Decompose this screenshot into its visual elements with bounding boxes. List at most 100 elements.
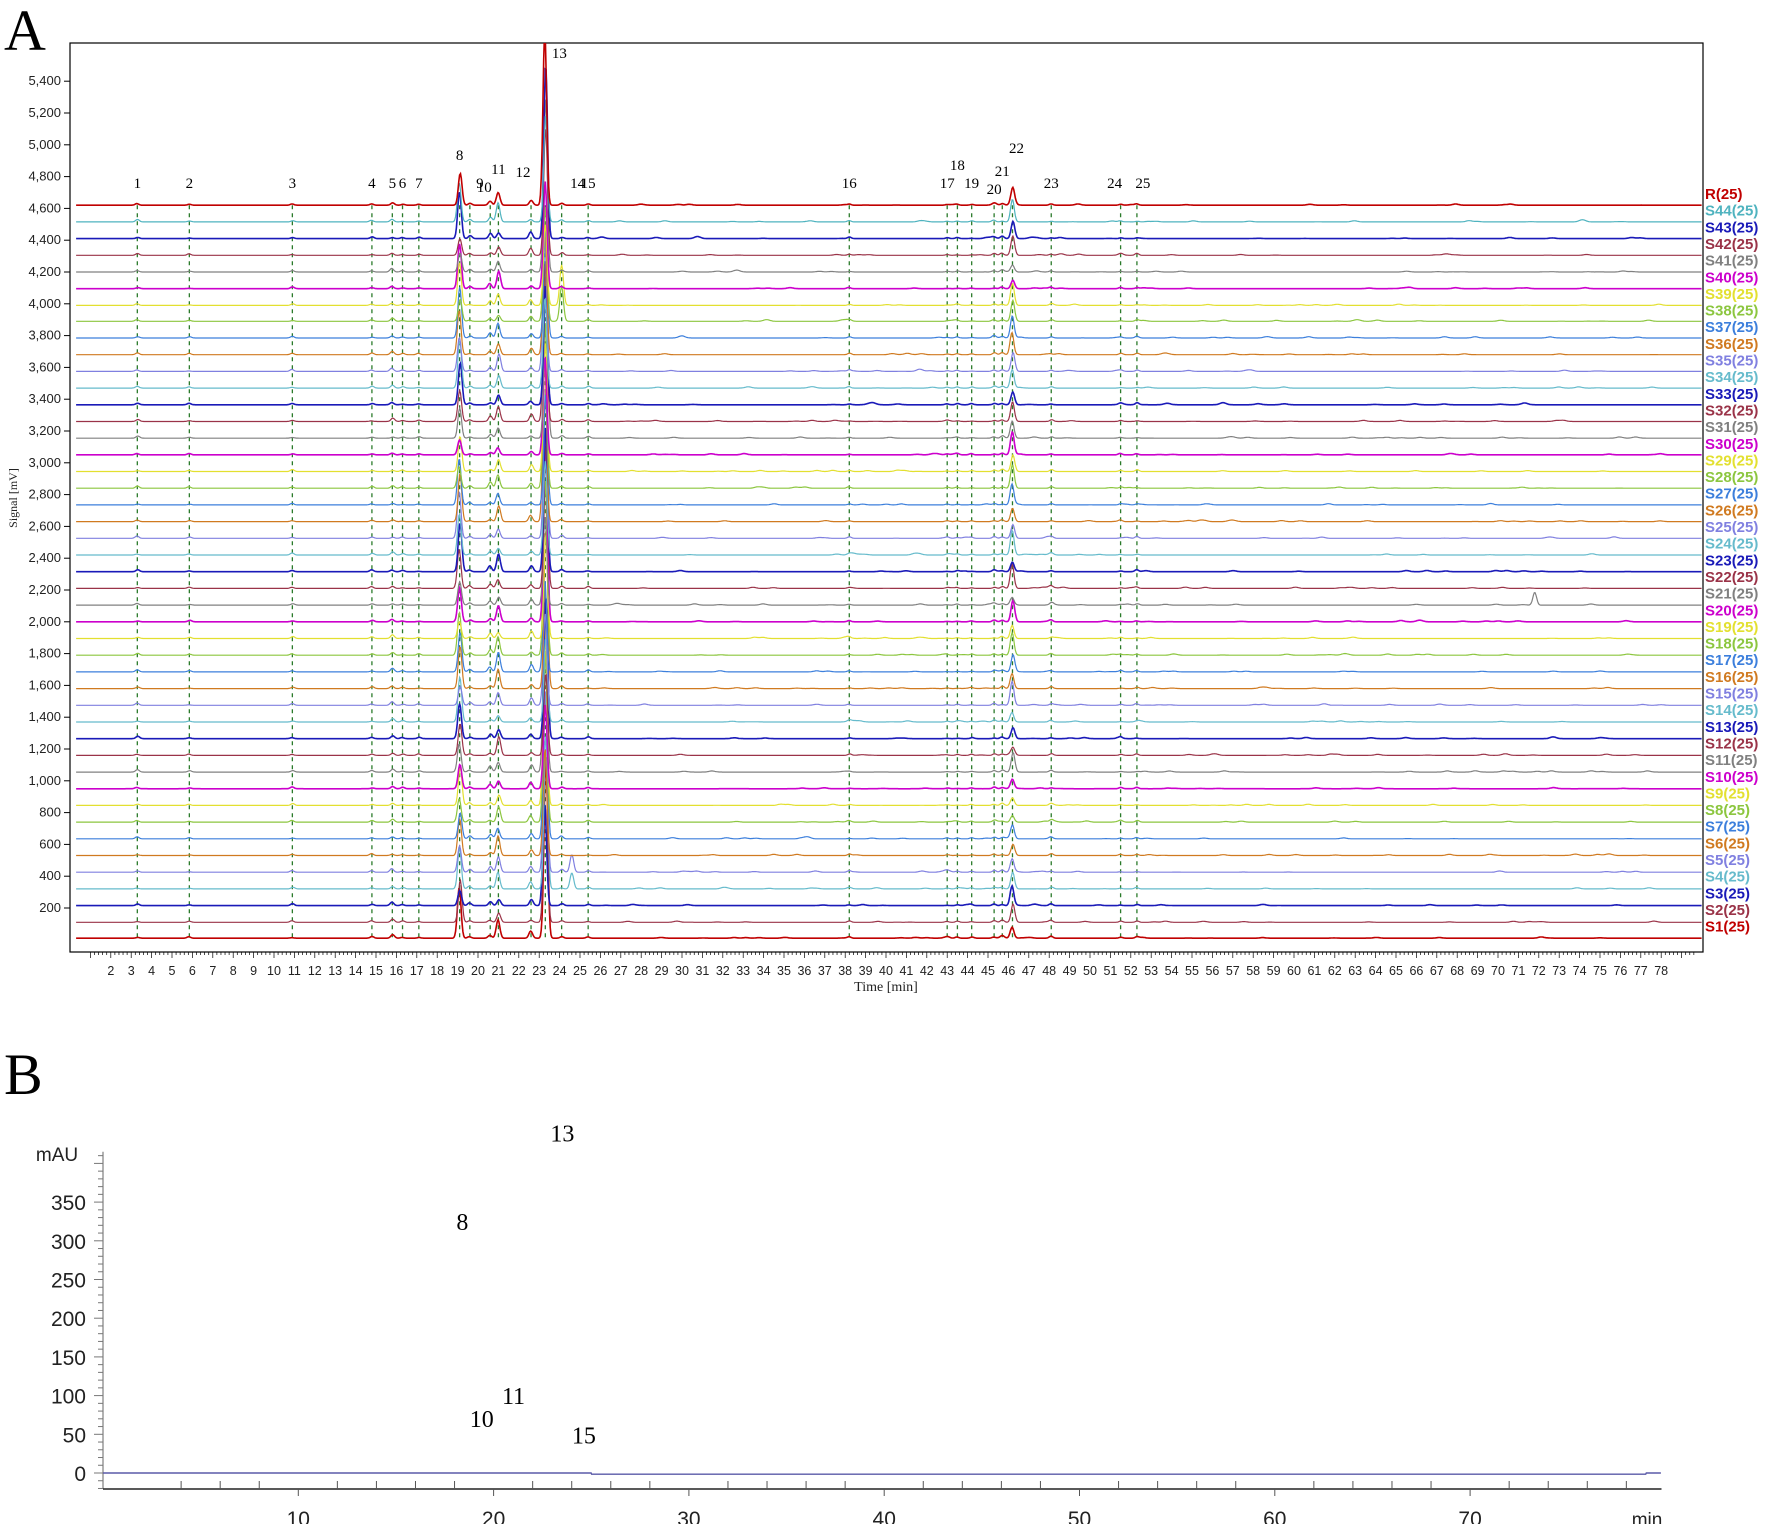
x-tick-label-a: 46: [1001, 964, 1015, 978]
legend-item-S35: S35(25): [1705, 353, 1758, 370]
x-tick-label-b: 20: [482, 1508, 505, 1524]
peak-label-12: 12: [516, 165, 531, 181]
y-tick-label-b: 250: [51, 1270, 86, 1293]
trace-S21: [76, 517, 1702, 605]
x-tick-label-a: 7: [209, 964, 216, 978]
x-tick-label-a: 29: [655, 964, 669, 978]
y-tick-label-a: 4,800: [28, 169, 61, 184]
legend-item-S19: S19(25): [1705, 619, 1758, 636]
trace-S43: [76, 69, 1702, 239]
x-tick-label-a: 38: [838, 964, 852, 978]
y-tick-label-b: 300: [51, 1231, 86, 1254]
x-tick-label-a: 33: [736, 964, 750, 978]
x-tick-label-a: 78: [1654, 964, 1668, 978]
x-tick-label-a: 20: [471, 964, 485, 978]
legend-item-S24: S24(25): [1705, 536, 1758, 553]
x-tick-label-b: 10: [287, 1508, 310, 1524]
x-tick-label-a: 21: [491, 964, 505, 978]
trace-S41: [76, 100, 1702, 272]
x-tick-label-a: 13: [328, 964, 342, 978]
x-tick-label-a: 11: [288, 964, 301, 978]
legend-a: R(25)S44(25)S43(25)S42(25)S41(25)S40(25)…: [1705, 186, 1758, 936]
trace-S20: [76, 441, 1702, 622]
x-tick-label-a: 8: [230, 964, 237, 978]
trace-S6: [76, 750, 1702, 856]
trace-reference-b: [103, 1473, 1661, 1474]
x-tick-label-a: 53: [1144, 964, 1158, 978]
x-tick-label-a: 12: [308, 964, 322, 978]
x-tick-label-a: 26: [593, 964, 607, 978]
panel-a-label: A: [4, 0, 46, 63]
y-tick-label-a: 1,400: [28, 709, 61, 724]
y-tick-label-a: 2,000: [28, 614, 61, 629]
trace-S17: [76, 581, 1702, 672]
x-tick-label-a: 52: [1124, 964, 1138, 978]
y-tick-label-a: 4,600: [28, 200, 61, 215]
legend-item-S9: S9(25): [1705, 785, 1750, 802]
y-tick-label-b: 200: [51, 1308, 86, 1331]
peak-label-b-15: 15: [572, 1423, 596, 1449]
chart-b-reference-chromatogram: 05010015020025030035010203040506070 8101…: [36, 1122, 1662, 1524]
x-tick-label-a: 59: [1267, 964, 1281, 978]
y-tick-label-b: 50: [63, 1424, 86, 1447]
y-tick-label-a: 5,000: [28, 137, 61, 152]
x-tick-label-a: 24: [553, 964, 567, 978]
legend-item-S32: S32(25): [1705, 402, 1758, 419]
legend-item-S25: S25(25): [1705, 519, 1758, 536]
axes-b: 05010015020025030035010203040506070: [51, 1152, 1662, 1524]
peak-label-7: 7: [415, 176, 423, 192]
peak-label-3: 3: [289, 176, 297, 192]
legend-item-S40: S40(25): [1705, 269, 1758, 286]
legend-item-S8: S8(25): [1705, 802, 1750, 819]
legend-item-S34: S34(25): [1705, 369, 1758, 386]
x-tick-label-b: 50: [1068, 1508, 1091, 1524]
legend-item-S6: S6(25): [1705, 835, 1750, 852]
x-tick-label-a: 67: [1430, 964, 1444, 978]
plot-frame-a: [70, 43, 1703, 952]
legend-item-S23: S23(25): [1705, 552, 1758, 569]
x-tick-label-a: 55: [1185, 964, 1199, 978]
trace-S42: [76, 129, 1702, 255]
trace-S25: [76, 390, 1702, 539]
x-tick-label-a: 47: [1022, 964, 1036, 978]
y-tick-label-b: 0: [74, 1463, 86, 1486]
y-tick-label-a: 3,200: [28, 423, 61, 438]
legend-item-S5: S5(25): [1705, 852, 1750, 869]
trace-S39: [76, 225, 1702, 306]
trace-S10: [76, 705, 1702, 789]
legend-item-S2: S2(25): [1705, 902, 1750, 919]
legend-item-S36: S36(25): [1705, 336, 1758, 353]
peak-label-1: 1: [134, 176, 142, 192]
x-tick-label-a: 30: [675, 964, 689, 978]
legend-item-S1: S1(25): [1705, 919, 1750, 936]
peak-label-10: 10: [477, 180, 492, 196]
peak-label-5: 5: [389, 176, 397, 192]
trace-S33: [76, 286, 1702, 405]
x-tick-label-a: 77: [1634, 964, 1648, 978]
x-tick-label-a: 66: [1409, 964, 1423, 978]
peak-label-13: 13: [552, 46, 567, 62]
legend-item-S20: S20(25): [1705, 602, 1758, 619]
trace-S29: [76, 343, 1702, 471]
x-tick-label-a: 75: [1593, 964, 1607, 978]
x-tick-label-a: 25: [573, 964, 587, 978]
x-axis-title-a: Time [min]: [854, 980, 918, 995]
legend-item-S31: S31(25): [1705, 419, 1758, 436]
peak-label-8: 8: [456, 148, 464, 164]
x-tick-label-a: 73: [1552, 964, 1566, 978]
x-tick-label-a: 10: [267, 964, 281, 978]
peak-label-18: 18: [950, 158, 965, 174]
peak-label-22: 22: [1009, 141, 1024, 157]
y-tick-label-a: 3,400: [28, 391, 61, 406]
trace-S19: [76, 535, 1702, 639]
x-tick-label-a: 42: [920, 964, 934, 978]
peak-label-b-10: 10: [470, 1407, 494, 1433]
peak-label-4: 4: [368, 176, 376, 192]
x-tick-label-a: 16: [389, 964, 403, 978]
x-tick-label-a: 63: [1348, 964, 1362, 978]
y-tick-label-a: 2,400: [28, 550, 61, 565]
x-tick-label-a: 37: [818, 964, 832, 978]
peak-label-15: 15: [581, 176, 596, 192]
trace-S23: [76, 428, 1702, 572]
y-tick-label-a: 1,800: [28, 646, 61, 661]
